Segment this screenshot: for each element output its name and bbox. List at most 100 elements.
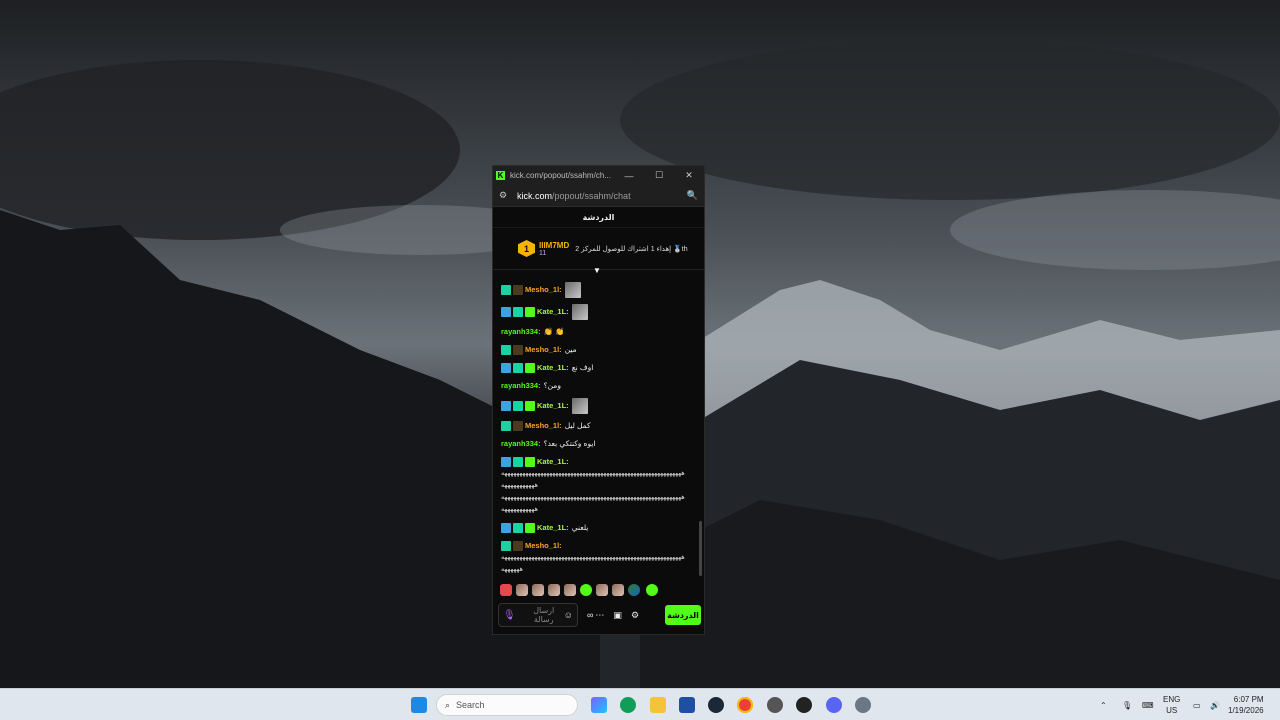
emote-icon[interactable] xyxy=(564,584,576,596)
address-bar[interactable]: ⚙ kick.com/popout/ssahm/chat 🔍 xyxy=(493,185,704,207)
window-titlebar[interactable]: K kick.com/popout/ssahm/ch... — ☐ ✕ xyxy=(493,166,704,185)
emote-icon[interactable] xyxy=(532,584,544,596)
emote-icon[interactable] xyxy=(612,584,624,596)
clock-date: 1/19/2026 xyxy=(1228,706,1264,715)
chat-input-placeholder[interactable]: ارسال رسالة xyxy=(524,606,564,624)
emote-icon[interactable] xyxy=(628,584,640,596)
chat-username[interactable]: rayanh334: xyxy=(501,438,541,450)
maximize-button[interactable]: ☐ xyxy=(644,170,674,181)
chat-message-text: يلعني xyxy=(571,523,589,532)
language-indicator[interactable]: ENG US xyxy=(1163,694,1180,716)
tray-chevron-icon[interactable]: ⌃ xyxy=(1100,689,1107,720)
taskbar-search[interactable]: ⌕ Search xyxy=(436,694,578,716)
chat-username[interactable]: Kate_1L: xyxy=(537,456,569,468)
chat-username[interactable]: Kate_1L: xyxy=(537,400,569,412)
chat-popout-window: K kick.com/popout/ssahm/ch... — ☐ ✕ ⚙ ki… xyxy=(492,165,705,635)
blue-badge-icon xyxy=(501,307,511,317)
collapse-icon[interactable]: ▼ xyxy=(593,266,601,275)
mic-tray-icon[interactable]: 🎙 xyxy=(1122,689,1132,720)
chat-username[interactable]: rayanh334: xyxy=(501,326,541,338)
pinned-username[interactable]: IIIM7MD xyxy=(539,241,569,250)
window-title: kick.com/popout/ssahm/ch... xyxy=(510,171,611,180)
settings-app-icon[interactable] xyxy=(767,697,783,713)
steam-icon[interactable] xyxy=(708,697,724,713)
emote-bar xyxy=(500,584,658,596)
volume-icon[interactable]: 🔊 xyxy=(1210,689,1220,720)
chat-image-thumbnail[interactable] xyxy=(571,304,588,320)
pinned-leaderboard: 1 IIIM7MD 11 إهداء 1 اشتراك للوصول للمرك… xyxy=(493,228,704,275)
chat-message: rayanh334: ايوه وكنتكي بعد؟ xyxy=(501,438,696,450)
infinity-icon[interactable]: ∞ xyxy=(587,610,593,620)
chrome-icon[interactable] xyxy=(737,697,753,713)
zoom-icon[interactable]: 🔍 xyxy=(687,190,698,201)
chat-scrollbar[interactable] xyxy=(699,521,702,576)
emoji-icon[interactable]: ☺ xyxy=(564,610,573,620)
discord-icon[interactable] xyxy=(826,697,842,713)
sub-badge-icon xyxy=(513,541,523,551)
app-icon[interactable] xyxy=(796,697,812,713)
store-icon[interactable]: ▣ xyxy=(613,610,622,621)
chat-image-thumbnail[interactable] xyxy=(571,398,588,414)
chat-username[interactable]: Kate_1L: xyxy=(537,522,569,534)
chat-message-text: هههههههههههه xyxy=(501,482,538,489)
sub-badge-icon xyxy=(513,285,523,295)
emote-icon[interactable] xyxy=(646,584,658,596)
microphone-icon[interactable]: 🎙 xyxy=(503,610,516,621)
network-icon[interactable]: ▭ xyxy=(1193,689,1201,720)
send-chat-button[interactable]: الدردشة xyxy=(665,605,701,625)
chat-input-row: 🎙 ارسال رسالة ☺ ∞ ⋯ ▣ ⚙ الدردشة xyxy=(498,602,701,628)
chat-input[interactable]: 🎙 ارسال رسالة ☺ xyxy=(498,603,578,627)
file-explorer-icon[interactable] xyxy=(650,697,666,713)
blue-badge-icon xyxy=(501,523,511,533)
chat-messages: Mesho_1l: Kate_1L: rayanh334: 👏 👏 Mesho_1l: م… xyxy=(493,278,704,578)
copilot-icon[interactable] xyxy=(591,697,607,713)
emote-icon[interactable] xyxy=(500,584,512,596)
url-text[interactable]: kick.com/popout/ssahm/chat xyxy=(517,191,687,201)
blue-badge-icon xyxy=(501,363,511,373)
windows-start-icon[interactable] xyxy=(411,697,427,713)
language-code: ENG xyxy=(1163,695,1181,704)
url-path: /popout/ssahm/chat xyxy=(552,190,631,201)
rank-badge: 1 xyxy=(518,240,535,257)
site-settings-icon[interactable]: ⚙ xyxy=(499,190,511,201)
emote-icon[interactable] xyxy=(516,584,528,596)
og-badge-icon xyxy=(501,421,511,431)
sub-badge-icon xyxy=(513,421,523,431)
close-button[interactable]: ✕ xyxy=(674,170,704,181)
chat-username[interactable]: Mesho_1l: xyxy=(525,540,562,552)
pinned-text: إهداء 1 اشتراك للوصول للمركز 2 🥈th xyxy=(575,245,688,253)
emote-icon[interactable] xyxy=(548,584,560,596)
chat-username[interactable]: Kate_1L: xyxy=(537,306,569,318)
url-host: kick.com xyxy=(517,190,553,201)
chat-message: Mesho_1l: مين xyxy=(501,344,696,356)
chat-image-thumbnail[interactable] xyxy=(564,282,581,298)
chat-username[interactable]: rayanh334: xyxy=(501,380,541,392)
og-badge-icon xyxy=(501,541,511,551)
chat-message-text: هههههههههههههههههههههههههههههههههههههههه… xyxy=(501,470,685,477)
chat-message-text: هههههههههههههههههههههههههههههههههههههههه… xyxy=(501,554,685,561)
blue-badge-icon xyxy=(501,401,511,411)
og-badge-icon xyxy=(513,457,523,467)
chat-username[interactable]: Mesho_1l: xyxy=(525,284,562,296)
emote-icon[interactable] xyxy=(580,584,592,596)
minimize-button[interactable]: — xyxy=(614,171,644,181)
keyboard-icon[interactable]: ⌨ xyxy=(1142,689,1154,720)
settings-gear-icon[interactable] xyxy=(855,697,871,713)
chat-message: Kate_1L: xyxy=(501,304,696,320)
share-icon[interactable]: ⋯ xyxy=(595,610,604,621)
chat-username[interactable]: Kate_1L: xyxy=(537,362,569,374)
chat-message: Kate_1L: xyxy=(501,398,696,414)
green-badge-icon xyxy=(525,457,535,467)
emote-icon[interactable] xyxy=(596,584,608,596)
edge-icon[interactable] xyxy=(620,697,636,713)
settings-icon[interactable]: ⚙ xyxy=(631,610,639,621)
chat-message-text: مين xyxy=(564,345,577,354)
pinned-count: 11 xyxy=(539,249,547,257)
chat-username[interactable]: Mesho_1l: xyxy=(525,344,562,356)
system-clock[interactable]: 6:07 PM 1/19/2026 xyxy=(1228,694,1264,716)
chat-message: Mesho_1l: ههههههههههههههههههههههههههههههه… xyxy=(501,540,696,576)
chat-username[interactable]: Mesho_1l: xyxy=(525,420,562,432)
green-badge-icon xyxy=(525,401,535,411)
store-app-icon[interactable] xyxy=(679,697,695,713)
sub-badge-icon xyxy=(513,345,523,355)
